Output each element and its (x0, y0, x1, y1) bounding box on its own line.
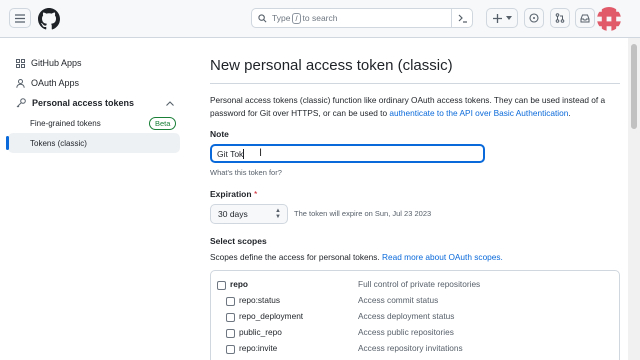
sidebar-item-label: GitHub Apps (31, 58, 82, 68)
triangle-down-icon (505, 16, 512, 20)
scope-checkbox-repo[interactable] (217, 281, 226, 290)
scope-name: repo (230, 279, 248, 289)
scope-row-repo-deployment: repo_deployment Access deployment status (211, 311, 621, 327)
sidebar-item-oauth-apps[interactable]: OAuth Apps (16, 78, 79, 88)
pull-requests-button[interactable] (550, 8, 570, 28)
scope-name: repo_deployment (239, 311, 304, 321)
git-pull-request-icon (555, 13, 565, 23)
search-prefix: Type (272, 13, 291, 23)
title-divider (210, 83, 620, 84)
scope-desc: Access commit status (358, 295, 439, 305)
sidebar-active-indicator (6, 136, 9, 150)
scope-name: repo:invite (239, 343, 278, 353)
select-arrows-icon: ▲ ▼ (275, 208, 281, 220)
menu-button[interactable] (9, 8, 31, 28)
scopes-description: Scopes define the access for personal to… (210, 252, 503, 262)
sidebar-subitem-fine-grained-tokens[interactable]: Fine-grained tokens (30, 119, 101, 128)
identicon-icon (597, 7, 621, 31)
hamburger-icon (15, 13, 25, 23)
sidebar-item-label: Personal access tokens (32, 98, 135, 108)
note-label: Note (210, 129, 229, 139)
inbox-icon (580, 14, 590, 22)
note-input[interactable]: Git Tok (210, 144, 485, 163)
scope-checkbox-repo-status[interactable] (226, 297, 235, 306)
plus-icon (492, 13, 502, 23)
chevron-up-icon[interactable] (166, 101, 174, 106)
scope-row-repo-invite: repo:invite Access repository invitation… (211, 343, 621, 359)
scope-row-repo-status: repo:status Access commit status (211, 295, 621, 311)
scrollbar-thumb[interactable] (631, 44, 637, 129)
top-header: Type / to search (0, 0, 640, 38)
text-caret (243, 148, 245, 159)
description-suffix: . (568, 108, 571, 118)
scopes-description-text: Scopes define the access for personal to… (210, 252, 383, 262)
scopes-label: Select scopes (210, 236, 267, 246)
scope-desc: Access public repositories (358, 327, 454, 337)
user-avatar[interactable] (597, 7, 621, 31)
oauth-scopes-link[interactable]: Read more about OAuth scopes. (382, 252, 503, 262)
scope-checkbox-repo-deployment[interactable] (226, 313, 235, 322)
required-asterisk: * (253, 189, 258, 199)
terminal-icon (458, 14, 467, 23)
expiration-select-value: 30 days (218, 209, 248, 219)
person-icon (16, 78, 25, 88)
create-new-button[interactable] (486, 8, 518, 28)
scope-name: repo:status (239, 295, 281, 305)
beta-badge: Beta (149, 117, 177, 130)
scope-row-repo: repo Full control of private repositorie… (211, 279, 621, 295)
search-icon (258, 13, 267, 22)
sidebar-item-personal-access-tokens[interactable]: Personal access tokens (16, 98, 134, 108)
sidebar-item-github-apps[interactable]: GitHub Apps (16, 58, 82, 68)
search-shortcut-key: / (292, 12, 301, 24)
sidebar-subitem-tokens-classic[interactable]: Tokens (classic) (30, 139, 87, 148)
scope-desc: Access deployment status (358, 311, 455, 321)
key-icon (16, 98, 26, 108)
page-description: Personal access tokens (classic) functio… (210, 94, 620, 120)
scope-desc: Full control of private repositories (358, 279, 481, 289)
scope-name: public_repo (239, 327, 282, 337)
search-input[interactable]: Type / to search (251, 8, 473, 28)
text-cursor-icon: I (259, 147, 263, 159)
issue-opened-icon (529, 13, 539, 23)
search-suffix: to search (302, 13, 338, 23)
scope-desc: Access repository invitations (358, 343, 463, 353)
scopes-table: repo Full control of private repositorie… (210, 270, 620, 360)
apps-grid-icon (16, 58, 25, 68)
expiration-select[interactable]: 30 days ▲ ▼ (210, 204, 288, 224)
issues-button[interactable] (524, 8, 544, 28)
note-input-value: Git Tok (217, 148, 244, 159)
note-help-text: What's this token for? (210, 168, 282, 177)
command-palette-button[interactable] (451, 8, 473, 28)
sidebar-item-label: OAuth Apps (31, 78, 80, 88)
expiration-note: The token will expire on Sun, Jul 23 202… (294, 209, 432, 218)
scope-checkbox-repo-invite[interactable] (226, 345, 235, 354)
inbox-button[interactable] (575, 8, 595, 28)
basic-auth-link[interactable]: authenticate to the API over Basic Authe… (389, 108, 568, 118)
page-title: New personal access token (classic) (210, 57, 453, 74)
scope-checkbox-public-repo[interactable] (226, 329, 235, 338)
expiration-label-text: Expiration (210, 189, 252, 199)
expiration-label: Expiration * (210, 189, 257, 199)
github-logo-icon[interactable] (38, 8, 60, 30)
scope-row-public-repo: public_repo Access public repositories (211, 327, 621, 343)
